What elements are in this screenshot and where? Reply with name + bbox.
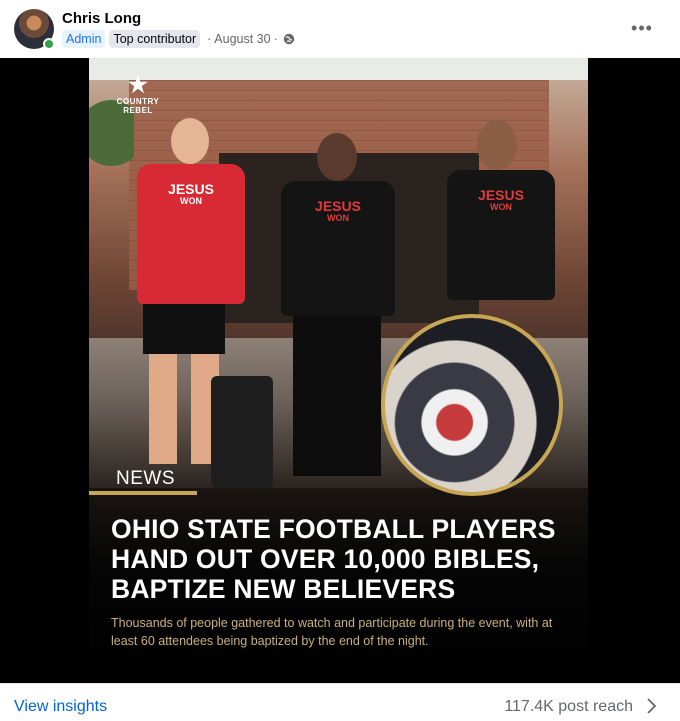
player-shorts (143, 304, 225, 354)
player-right: JESUS WON (439, 120, 569, 320)
top-contributor-badge[interactable]: Top contributor (109, 30, 201, 48)
player-legs (149, 354, 219, 464)
post-reach-count[interactable]: 117.4K post reach (504, 698, 633, 716)
more-horizontal-icon: ••• (631, 17, 653, 38)
player-head (477, 120, 517, 170)
author-name[interactable]: Chris Long (62, 10, 141, 27)
post-meta: Admin Top contributor · August 30 · (62, 30, 295, 48)
player-pants (293, 316, 381, 476)
post-media[interactable]: ★ COUNTRY REBEL JESUS WON JESUS WON JESU… (0, 58, 680, 683)
logo-text: COUNTRY REBEL (116, 97, 160, 115)
player-head (171, 118, 209, 164)
black-jesus-won-shirt: JESUS WON (281, 181, 395, 316)
chevron-right-icon[interactable] (644, 697, 658, 715)
article-subtext: Thousands of people gathered to watch an… (111, 616, 553, 648)
news-underline (89, 491, 197, 495)
news-graphic: ★ COUNTRY REBEL JESUS WON JESUS WON JESU… (89, 58, 588, 683)
player-head (317, 133, 357, 181)
shirt-text: JESUS (315, 198, 361, 214)
post-header: Chris Long Admin Top contributor · Augus… (0, 0, 680, 58)
shirt-subtext: WON (180, 196, 202, 206)
headline: OHIO STATE FOOTBALL PLAYERS HAND OUT OVE… (111, 514, 556, 604)
post-footer: View insights 117.4K post reach (0, 683, 680, 721)
shirt-subtext: WON (327, 213, 349, 223)
red-jesus-won-shirt: JESUS WON (137, 164, 245, 304)
news-tag: NEWS (116, 468, 175, 489)
online-status-dot (43, 38, 55, 50)
more-options-button[interactable]: ••• (626, 14, 658, 42)
shirt-text: JESUS (478, 187, 524, 203)
black-jesus-won-shirt: JESUS WON (447, 170, 555, 300)
baptism-inset-photo (381, 314, 563, 496)
suitcase (211, 376, 273, 488)
shirt-subtext: WON (490, 202, 512, 212)
globe-icon[interactable] (283, 33, 295, 45)
separator: · (207, 32, 212, 46)
view-insights-link[interactable]: View insights (14, 698, 107, 716)
shirt-text: JESUS (168, 181, 214, 197)
separator: · (273, 32, 278, 46)
star-icon: ★ (128, 72, 148, 97)
admin-badge: Admin (62, 30, 106, 48)
post-date[interactable]: August 30 (214, 32, 270, 46)
